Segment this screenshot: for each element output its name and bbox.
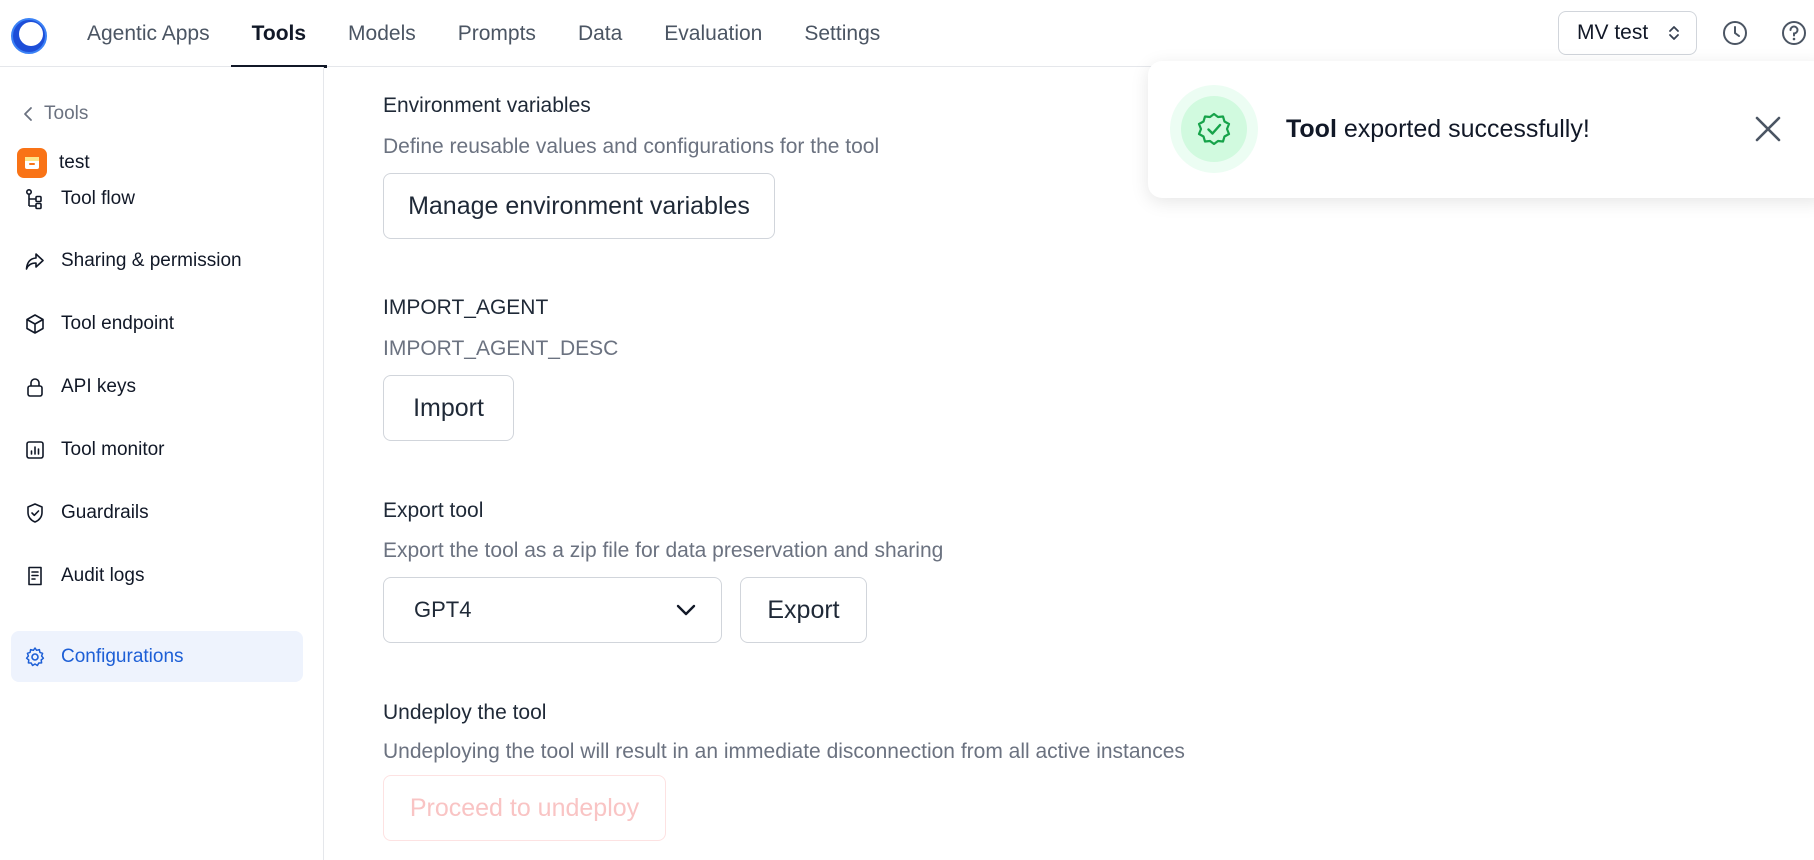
sidebar-item-label: Sharing & permission (61, 249, 242, 271)
back-to-tools-link[interactable]: Tools (22, 103, 88, 125)
chevron-up-down-icon (1669, 26, 1679, 40)
sidebar-item-tool-monitor[interactable]: Tool monitor (11, 424, 303, 475)
sidebar: Tools test Tool flow Sharing & permissio… (0, 67, 324, 860)
proceed-to-undeploy-button[interactable]: Proceed to undeploy (383, 775, 666, 841)
tab-prompts[interactable]: Prompts (437, 0, 557, 67)
model-select-value: GPT4 (414, 597, 472, 622)
undeploy-section-title: Undeploy the tool (383, 701, 547, 724)
tab-evaluation[interactable]: Evaluation (643, 0, 783, 67)
sidebar-item-sharing[interactable]: Sharing & permission (11, 235, 303, 286)
import-button[interactable]: Import (383, 375, 514, 441)
workspace-name: MV test (1577, 21, 1649, 44)
close-icon[interactable] (1752, 113, 1784, 145)
sidebar-item-label: API keys (61, 375, 136, 397)
top-navigation-bar: Agentic Apps Tools Models Prompts Data E… (0, 0, 1814, 68)
sidebar-item-audit-logs[interactable]: Audit logs (11, 550, 303, 601)
undeploy-section-desc: Undeploying the tool will result in an i… (383, 740, 1185, 763)
model-select[interactable]: GPT4 (383, 577, 722, 643)
log-icon (23, 564, 47, 588)
sidebar-item-guardrails[interactable]: Guardrails (11, 487, 303, 538)
gear-icon (23, 645, 47, 669)
lock-icon (23, 375, 47, 399)
cube-icon (23, 312, 47, 336)
import-section-desc: IMPORT_AGENT_DESC (383, 337, 619, 360)
shield-icon (23, 501, 47, 525)
logo-icon[interactable] (10, 17, 48, 55)
success-toast: Tool exported successfully! (1148, 61, 1814, 198)
sidebar-item-label: Configurations (61, 645, 184, 667)
workspace-selector[interactable]: MV test (1558, 11, 1697, 55)
back-label: Tools (44, 103, 89, 124)
success-badge-icon (1197, 112, 1231, 146)
env-section-desc: Define reusable values and configuration… (383, 135, 880, 158)
toast-bold: Tool (1286, 115, 1337, 143)
sidebar-item-label: Tool monitor (61, 438, 165, 460)
sidebar-item-configurations[interactable]: Configurations (11, 631, 303, 682)
tab-models[interactable]: Models (327, 0, 437, 67)
tab-data[interactable]: Data (557, 0, 643, 67)
env-section-title: Environment variables (383, 94, 591, 117)
flow-icon (23, 187, 47, 211)
tab-tools[interactable]: Tools (230, 0, 328, 68)
sidebar-item-api-keys[interactable]: API keys (11, 361, 303, 412)
sidebar-item-tool-flow[interactable]: Tool flow (11, 173, 303, 224)
chevron-left-icon (24, 107, 32, 121)
share-icon (23, 249, 47, 273)
export-button[interactable]: Export (740, 577, 867, 643)
app-name: test (59, 152, 90, 173)
export-section-title: Export tool (383, 499, 484, 522)
toast-message: Tool exported successfully! (1286, 115, 1590, 144)
success-icon-ring (1170, 85, 1258, 173)
history-icon[interactable] (1720, 18, 1750, 48)
help-icon[interactable] (1779, 18, 1809, 48)
chart-icon (23, 438, 47, 462)
manage-env-vars-button[interactable]: Manage environment variables (383, 173, 775, 239)
sidebar-item-label: Audit logs (61, 564, 145, 586)
sidebar-item-tool-endpoint[interactable]: Tool endpoint (11, 298, 303, 349)
sidebar-item-label: Tool flow (61, 187, 135, 209)
toast-text: exported successfully! (1343, 115, 1590, 143)
tab-agentic-apps[interactable]: Agentic Apps (66, 0, 231, 67)
chevron-down-icon (676, 604, 696, 616)
main-nav: Agentic Apps Tools Models Prompts Data E… (66, 0, 901, 68)
import-section-title: IMPORT_AGENT (383, 296, 549, 319)
export-section-desc: Export the tool as a zip file for data p… (383, 539, 944, 562)
sidebar-item-label: Guardrails (61, 501, 149, 523)
tab-settings[interactable]: Settings (783, 0, 901, 67)
sidebar-item-label: Tool endpoint (61, 312, 175, 334)
